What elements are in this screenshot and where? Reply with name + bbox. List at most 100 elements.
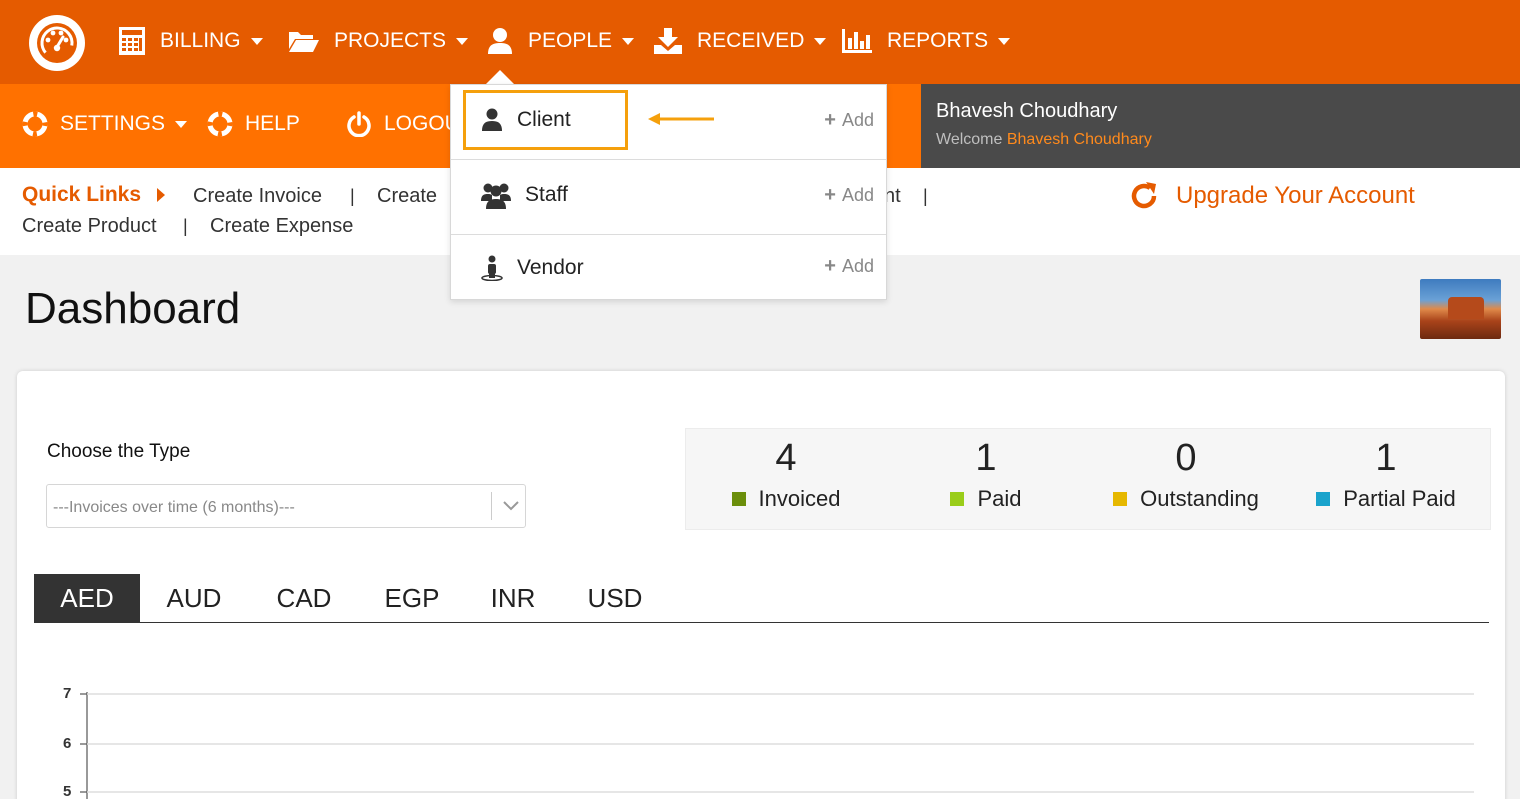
quick-links-title: Quick Links — [22, 183, 166, 207]
add-vendor-label: Add — [841, 256, 874, 276]
stat-invoiced-value: 4 — [775, 437, 797, 479]
add-vendor-button[interactable]: + Add — [824, 255, 874, 278]
nav-received[interactable]: RECEIVED — [653, 24, 827, 58]
choose-type-label: Choose the Type — [47, 441, 191, 462]
legend-swatch — [950, 492, 965, 506]
page-title: Dashboard — [25, 284, 241, 333]
nav-help[interactable]: HELP — [207, 106, 300, 142]
menu-item-client-label: Client — [517, 108, 571, 131]
nav-settings[interactable]: SETTINGS — [22, 106, 188, 142]
chevron-down-icon — [502, 498, 520, 517]
menu-item-vendor-link[interactable]: Vendor — [481, 255, 584, 281]
stat-outstanding-value: 0 — [1175, 437, 1197, 479]
caret-down-icon — [250, 37, 263, 45]
download-icon — [653, 27, 683, 55]
caret-down-icon — [456, 37, 469, 45]
legend-swatch — [731, 492, 746, 506]
user-icon — [481, 108, 503, 132]
quick-link-create-invoice[interactable]: Create Invoice — [193, 185, 322, 208]
menu-item-staff-label: Staff — [525, 183, 568, 206]
legend-swatch — [1316, 492, 1331, 506]
separator: | — [183, 216, 188, 236]
stat-invoiced-label: Invoiced — [758, 486, 841, 511]
separator: | — [923, 186, 928, 206]
user-panel[interactable]: Bhavesh Choudhary Welcome Bhavesh Choudh… — [921, 84, 1520, 168]
tab-cad[interactable]: CAD — [248, 574, 360, 622]
chart-svg — [80, 692, 1474, 799]
legend-swatch — [1113, 492, 1128, 506]
refresh-icon — [1128, 180, 1160, 212]
y-tick-label-5: 5 — [63, 783, 72, 799]
power-icon — [346, 111, 372, 137]
quick-link-create-product[interactable]: Create Product — [22, 215, 157, 238]
tab-aud[interactable]: AUD — [140, 574, 248, 622]
tab-aed[interactable]: AED — [34, 574, 140, 622]
y-tick-label-7: 7 — [63, 685, 72, 702]
users-icon — [481, 181, 511, 209]
annotation-arrow-icon — [648, 113, 714, 125]
vendor-icon — [481, 255, 503, 281]
caret-down-icon — [175, 120, 188, 128]
nav-settings-label: SETTINGS — [60, 112, 166, 135]
menu-item-vendor[interactable]: Vendor + Add — [451, 235, 886, 301]
caret-right-icon — [157, 188, 166, 202]
folder-open-icon — [288, 29, 320, 53]
caret-down-icon — [622, 37, 635, 45]
type-select-value: ---Invoices over time (6 months)--- — [53, 499, 295, 516]
nav-people-label: PEOPLE — [528, 29, 613, 52]
invoice-chart: 7 6 5 — [34, 680, 1494, 799]
user-icon — [486, 27, 514, 55]
quick-link-create-partial[interactable]: Create — [377, 185, 437, 208]
nav-people[interactable]: PEOPLE — [486, 24, 635, 58]
stat-partial-paid-label: Partial Paid — [1343, 486, 1456, 511]
nav-projects[interactable]: PROJECTS — [288, 24, 469, 58]
upgrade-account-link[interactable]: Upgrade Your Account — [1128, 180, 1415, 212]
menu-item-staff[interactable]: Staff + Add — [451, 160, 886, 235]
quick-link-create-expense[interactable]: Create Expense — [210, 215, 353, 238]
stat-partial-paid: 1 Partial Paid — [1286, 429, 1486, 512]
nav-reports[interactable]: REPORTS — [841, 24, 1011, 58]
menu-item-staff-link[interactable]: Staff — [481, 181, 568, 209]
add-client-label: Add — [841, 110, 874, 130]
y-tick-label-6: 6 — [63, 735, 72, 752]
nav-received-label: RECEIVED — [697, 29, 805, 52]
quick-links-title-text: Quick Links — [22, 183, 142, 206]
nav-help-label: HELP — [245, 112, 300, 135]
lifebuoy-icon — [207, 111, 233, 137]
tab-egp[interactable]: EGP — [360, 574, 464, 622]
select-divider — [491, 492, 492, 520]
add-staff-label: Add — [841, 185, 874, 205]
menu-item-client-link[interactable]: Client — [481, 108, 571, 132]
nav-reports-label: REPORTS — [887, 29, 989, 52]
caret-down-icon — [814, 37, 827, 45]
dropdown-pointer — [486, 70, 514, 84]
tab-usd[interactable]: USD — [562, 574, 668, 622]
tab-inr[interactable]: INR — [464, 574, 562, 622]
add-staff-button[interactable]: + Add — [824, 184, 874, 207]
desert-thumbnail-image[interactable] — [1420, 279, 1501, 339]
stat-outstanding-label: Outstanding — [1140, 486, 1259, 511]
user-welcome: Welcome Bhavesh Choudhary — [936, 131, 1505, 149]
calculator-icon — [118, 26, 146, 56]
stat-outstanding: 0 Outstanding — [1086, 429, 1286, 512]
stat-invoiced: 4 Invoiced — [686, 429, 886, 512]
stat-paid-label: Paid — [977, 486, 1022, 511]
stat-paid: 1 Paid — [886, 429, 1086, 512]
dashboard-gauge-icon — [37, 23, 77, 63]
stat-paid-value: 1 — [975, 437, 997, 479]
nav-billing[interactable]: BILLING — [118, 24, 263, 58]
stat-partial-paid-value: 1 — [1375, 437, 1397, 479]
currency-tabs: AED AUD CAD EGP INR USD — [34, 574, 1489, 623]
nav-billing-label: BILLING — [160, 29, 241, 52]
upgrade-account-label: Upgrade Your Account — [1176, 182, 1415, 209]
add-client-button[interactable]: + Add — [824, 109, 874, 132]
nav-projects-label: PROJECTS — [334, 29, 447, 52]
type-select[interactable]: ---Invoices over time (6 months)--- — [46, 484, 526, 528]
welcome-name: Bhavesh Choudhary — [1006, 131, 1152, 148]
lifebuoy-icon — [22, 111, 48, 137]
menu-item-vendor-label: Vendor — [517, 256, 584, 279]
invoice-stats-panel: 4 Invoiced 1 Paid 0 Outstanding 1 Partia… — [685, 428, 1491, 530]
separator: | — [350, 186, 355, 206]
caret-down-icon — [998, 37, 1011, 45]
app-logo[interactable] — [29, 15, 85, 71]
